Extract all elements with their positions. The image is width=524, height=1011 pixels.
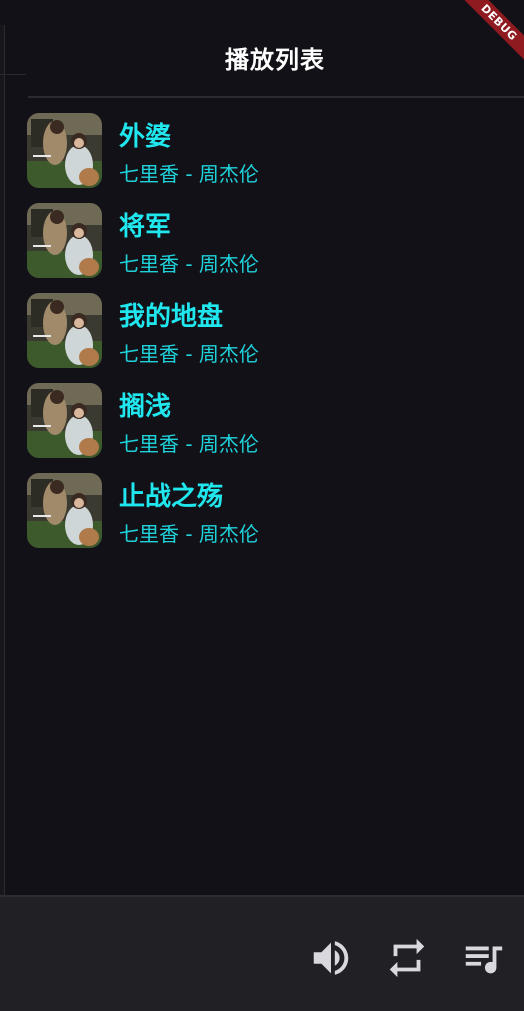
playlist-screen: 播放列表 外婆 七里香 - 周杰伦 将军 七里香 - 周杰伦 我的地盘 七里香 … [0,0,524,1011]
repeat-icon [389,938,425,978]
background-page-edge [0,25,5,895]
song-title: 外婆 [119,122,172,152]
song-item[interactable]: 将军 七里香 - 周杰伦 [26,202,524,292]
song-item[interactable]: 止战之殇 七里香 - 周杰伦 [26,472,524,562]
song-album-artist: 七里香 - 周杰伦 [119,522,259,546]
repeat-button[interactable] [384,935,430,981]
song-title: 止战之殇 [119,482,224,512]
album-cover [27,383,102,458]
volume-icon [313,941,349,975]
background-page-divider [0,74,26,75]
playlist-button[interactable] [460,935,506,981]
song-title: 将军 [119,212,172,242]
song-title: 搁浅 [119,392,172,422]
album-cover [27,293,102,368]
song-item[interactable]: 搁浅 七里香 - 周杰伦 [26,382,524,472]
song-album-artist: 七里香 - 周杰伦 [119,432,259,456]
song-list: 外婆 七里香 - 周杰伦 将军 七里香 - 周杰伦 我的地盘 七里香 - 周杰伦… [26,112,524,562]
page-title: 播放列表 [225,46,325,74]
song-album-artist: 七里香 - 周杰伦 [119,162,259,186]
song-item[interactable]: 外婆 七里香 - 周杰伦 [26,112,524,202]
album-cover [27,203,102,278]
album-cover [27,113,102,188]
volume-button[interactable] [308,935,354,981]
playlist-icon [465,946,503,974]
song-item[interactable]: 我的地盘 七里香 - 周杰伦 [26,292,524,382]
player-control-bar [0,895,524,1011]
playlist-drawer: 播放列表 外婆 七里香 - 周杰伦 将军 七里香 - 周杰伦 我的地盘 七里香 … [26,0,524,895]
song-album-artist: 七里香 - 周杰伦 [119,342,259,366]
song-album-artist: 七里香 - 周杰伦 [119,252,259,276]
song-title: 我的地盘 [119,302,224,332]
album-cover [27,473,102,548]
title-divider [28,96,524,98]
